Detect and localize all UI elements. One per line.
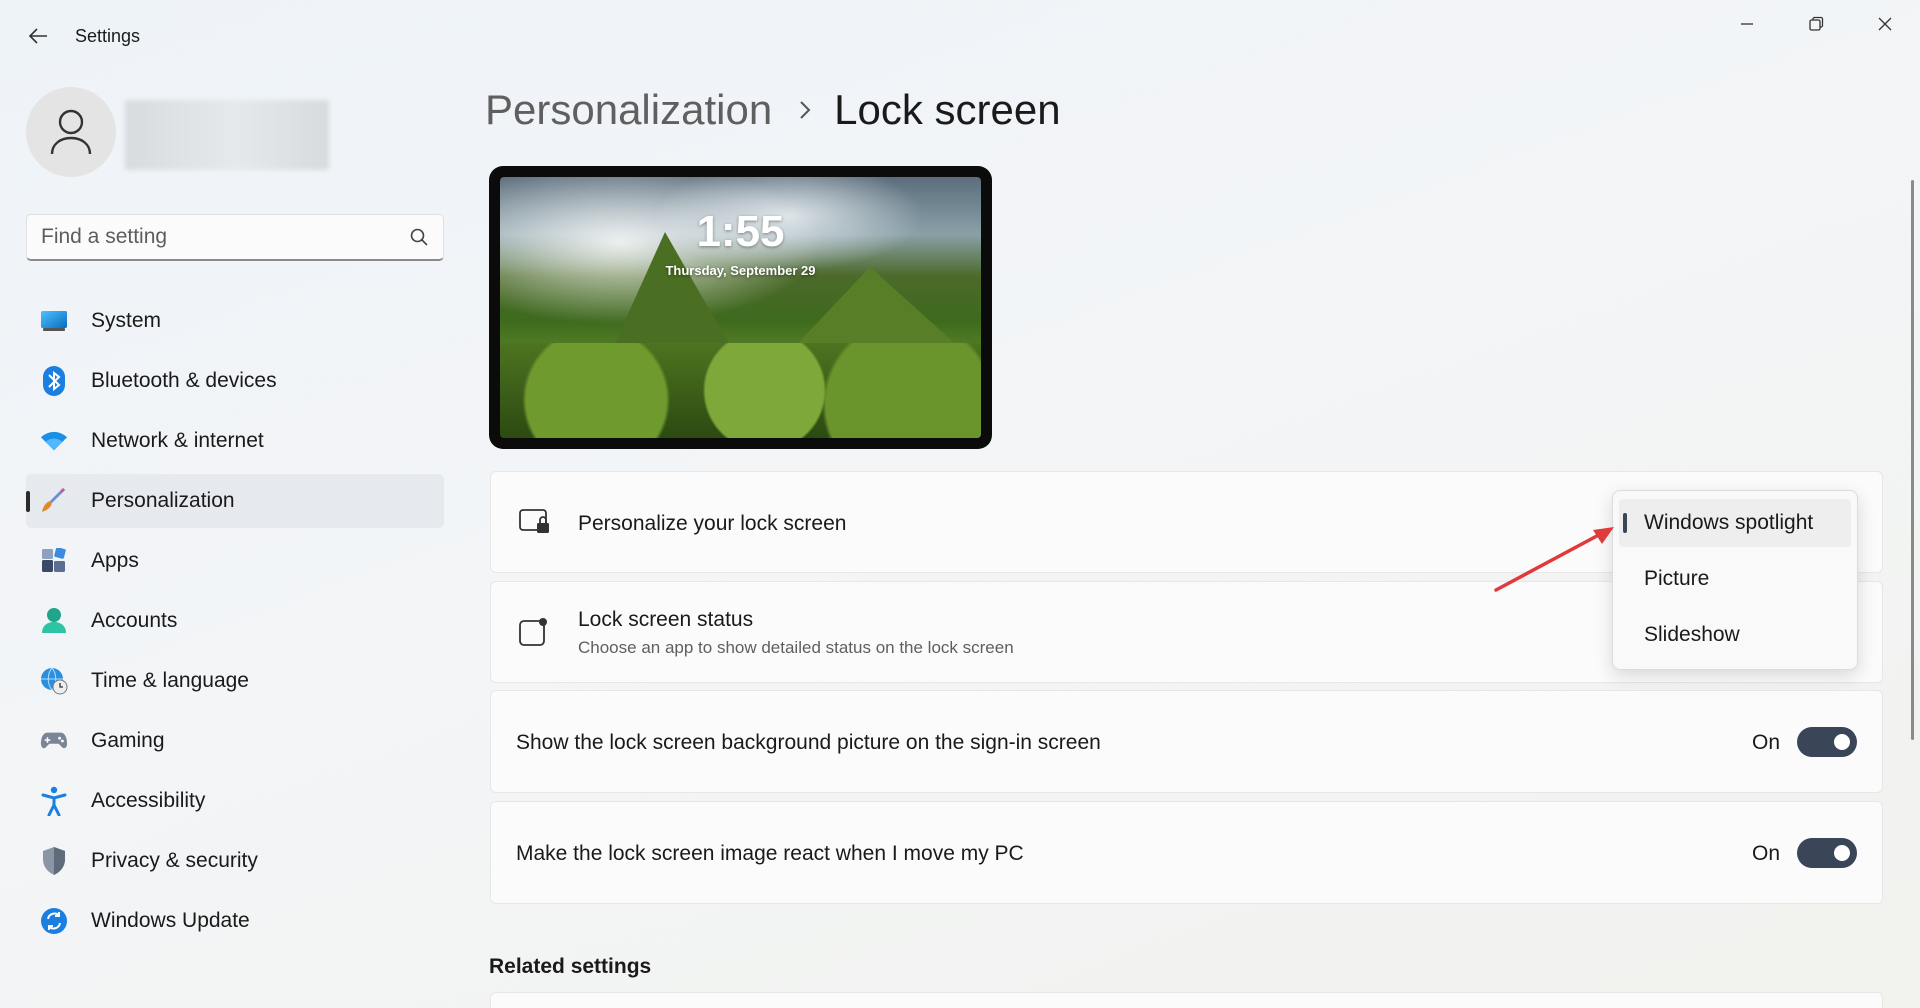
globe-clock-icon — [40, 667, 68, 695]
sidebar-item-label: System — [91, 309, 162, 332]
sidebar-item-network[interactable]: Network & internet — [26, 414, 444, 468]
sidebar-item-label: Apps — [91, 549, 139, 572]
wifi-icon — [40, 427, 68, 455]
breadcrumb-parent[interactable]: Personalization — [485, 86, 772, 134]
system-icon — [40, 307, 68, 335]
avatar[interactable] — [26, 87, 116, 177]
sidebar-item-windows-update[interactable]: Windows Update — [26, 894, 444, 948]
app-status-icon — [519, 618, 547, 646]
lock-screen-preview-image: 1:55 Thursday, September 29 — [500, 177, 981, 438]
preview-time: 1:55 — [696, 207, 785, 256]
sidebar-nav: System Bluetooth & devices Network & int… — [26, 294, 444, 954]
sidebar-item-label: Accessibility — [91, 789, 206, 812]
sidebar-item-gaming[interactable]: Gaming — [26, 714, 444, 768]
gamepad-icon — [40, 727, 68, 755]
sidebar-item-label: Windows Update — [91, 909, 250, 932]
title-bar: Settings — [0, 0, 1920, 70]
toggle-knob — [1834, 734, 1850, 750]
sidebar-item-privacy-security[interactable]: Privacy & security — [26, 834, 444, 888]
search-box[interactable] — [26, 214, 444, 261]
lock-screen-preview: 1:55 Thursday, September 29 — [489, 166, 992, 449]
sidebar-item-accessibility[interactable]: Accessibility — [26, 774, 444, 828]
update-icon — [40, 907, 68, 935]
sidebar-item-apps[interactable]: Apps — [26, 534, 444, 588]
dropdown-option-picture[interactable]: Picture — [1619, 555, 1851, 603]
personalize-lock-screen-title: Personalize your lock screen — [578, 512, 847, 535]
shield-icon — [40, 847, 68, 875]
sidebar-item-label: Privacy & security — [91, 849, 258, 872]
lock-screen-status-subtitle: Choose an app to show detailed status on… — [578, 638, 1014, 657]
back-button[interactable] — [20, 18, 56, 54]
dropdown-option-windows-spotlight[interactable]: Windows spotlight — [1619, 499, 1851, 547]
apps-icon — [40, 547, 68, 575]
sidebar-item-label: Accounts — [91, 609, 178, 632]
search-input[interactable] — [41, 223, 401, 251]
minimize-icon — [1741, 23, 1753, 25]
accessibility-icon — [40, 786, 68, 816]
close-icon — [1878, 17, 1892, 31]
background-on-signin-state: On — [1752, 731, 1781, 754]
search-icon[interactable] — [409, 227, 429, 247]
app-title: Settings — [75, 26, 141, 46]
paintbrush-icon — [40, 487, 68, 515]
restore-icon — [1809, 16, 1824, 31]
scrollbar[interactable] — [1911, 180, 1914, 740]
back-arrow-icon — [28, 28, 47, 44]
sidebar-item-personalization[interactable]: Personalization — [26, 474, 444, 528]
background-on-signin-card: Show the lock screen background picture … — [490, 690, 1883, 793]
sidebar-item-bluetooth[interactable]: Bluetooth & devices — [26, 354, 444, 408]
lock-screen-type-dropdown[interactable]: Windows spotlight Picture Slideshow — [1612, 490, 1858, 670]
related-settings-card[interactable] — [490, 992, 1883, 1008]
accounts-icon — [40, 607, 68, 635]
image-react-card: Make the lock screen image react when I … — [490, 801, 1883, 904]
sidebar-item-label: Network & internet — [91, 429, 264, 452]
bluetooth-icon — [40, 366, 68, 396]
image-react-state: On — [1752, 842, 1781, 865]
sidebar-item-label: Time & language — [91, 669, 249, 692]
preview-forest — [500, 343, 981, 438]
user-icon — [50, 109, 92, 155]
chevron-right-icon — [798, 99, 812, 121]
sidebar-item-time-language[interactable]: Time & language — [26, 654, 444, 708]
image-react-label: Make the lock screen image react when I … — [516, 842, 1024, 865]
breadcrumb: Personalization Lock screen — [485, 86, 1061, 134]
background-on-signin-label: Show the lock screen background picture … — [516, 731, 1101, 754]
toggle-knob — [1834, 845, 1850, 861]
lock-screen-status-title: Lock screen status — [578, 608, 754, 631]
minimize-button[interactable] — [1719, 6, 1775, 42]
user-name-blurred — [125, 100, 329, 170]
background-on-signin-toggle[interactable] — [1797, 727, 1857, 757]
annotation-arrow-icon — [1494, 527, 1614, 592]
sidebar-item-label: Bluetooth & devices — [91, 369, 277, 392]
sidebar-item-label: Gaming — [91, 729, 165, 752]
sidebar-item-system[interactable]: System — [26, 294, 444, 348]
restore-button[interactable] — [1788, 6, 1844, 42]
related-settings-heading: Related settings — [489, 955, 652, 978]
sidebar-item-label: Personalization — [91, 489, 235, 512]
dropdown-option-slideshow[interactable]: Slideshow — [1619, 611, 1851, 659]
close-button[interactable] — [1857, 6, 1913, 42]
sidebar-item-accounts[interactable]: Accounts — [26, 594, 444, 648]
page-title: Lock screen — [834, 86, 1061, 133]
preview-date: Thursday, September 29 — [665, 263, 816, 278]
image-react-toggle[interactable] — [1797, 838, 1857, 868]
lock-screen-icon — [519, 509, 549, 533]
